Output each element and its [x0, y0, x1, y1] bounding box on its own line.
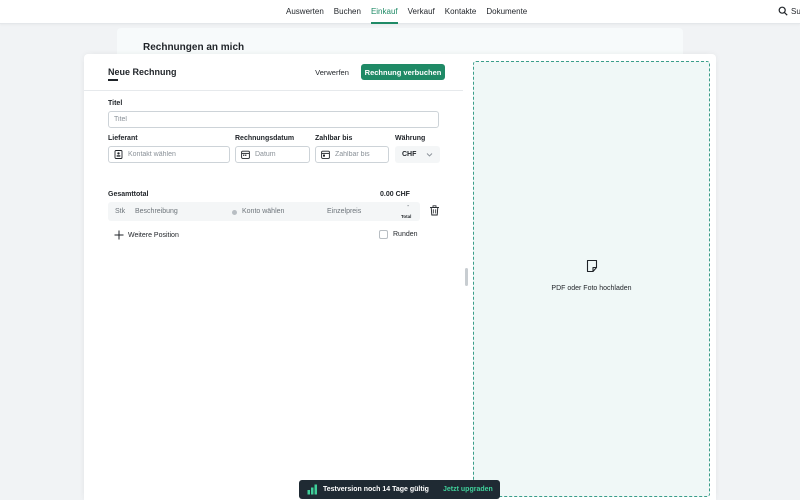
- modal-header: Neue Rechnung Verwerfen Rechnung verbuch…: [84, 54, 463, 91]
- grand-total-value: 0.00 CHF: [380, 191, 410, 198]
- quantity-input[interactable]: Stk: [115, 208, 125, 215]
- add-position-label: Weitere Position: [128, 231, 179, 239]
- upload-dropzone[interactable]: PDF oder Foto hochladen: [473, 61, 710, 497]
- round-label: Runden: [393, 231, 418, 238]
- plus-icon: [114, 230, 124, 240]
- search-label: Su: [791, 6, 800, 16]
- search-icon: [778, 6, 788, 16]
- book-invoice-button[interactable]: Rechnung verbuchen: [361, 64, 445, 80]
- search-button[interactable]: Su: [778, 6, 800, 16]
- nav-verkauf[interactable]: Verkauf: [408, 0, 435, 24]
- chevron-down-icon: [426, 153, 433, 157]
- currency-select[interactable]: CHF: [395, 146, 440, 163]
- title-underline: [108, 79, 118, 81]
- invoice-date-input[interactable]: [255, 151, 309, 158]
- nav-buchen[interactable]: Buchen: [334, 0, 361, 24]
- account-dot-icon: [232, 210, 237, 215]
- contact-card-icon: [114, 150, 123, 159]
- round-checkbox[interactable]: [379, 230, 388, 239]
- account-select[interactable]: Konto wählen: [242, 208, 284, 215]
- due-date-field[interactable]: [315, 146, 389, 163]
- positions-area: [84, 176, 463, 500]
- currency-value: CHF: [402, 151, 417, 158]
- page-title: Rechnungen an mich: [143, 42, 245, 53]
- trial-text: Testversion noch 14 Tage gültig: [323, 486, 429, 493]
- round-option: Runden: [379, 230, 418, 239]
- grand-total-label: Gesamttotal: [108, 191, 149, 198]
- nav-auswerten[interactable]: Auswerten: [286, 0, 324, 24]
- supplier-input[interactable]: [128, 151, 229, 158]
- currency-label: Währung: [395, 135, 426, 142]
- modal-title: Neue Rechnung: [108, 67, 177, 77]
- position-total-value: -: [407, 203, 410, 210]
- discard-button[interactable]: Verwerfen: [308, 64, 356, 80]
- description-input[interactable]: Beschreibung: [135, 208, 178, 215]
- document-icon: [586, 259, 598, 273]
- upload-label: PDF oder Foto hochladen: [551, 285, 632, 292]
- panel-resize-handle[interactable]: [465, 268, 468, 286]
- supplier-label: Lieferant: [108, 135, 138, 142]
- main-menu: Auswerten Buchen Einkauf Verkauf Kontakt…: [286, 0, 537, 24]
- top-navigation: Auswerten Buchen Einkauf Verkauf Kontakt…: [0, 0, 800, 24]
- invoice-date-label: Rechnungsdatum: [235, 135, 295, 142]
- due-date-input[interactable]: [335, 151, 388, 158]
- trash-icon[interactable]: [429, 205, 440, 216]
- chart-bars-icon: [307, 484, 317, 495]
- add-position-button[interactable]: Weitere Position: [114, 230, 179, 240]
- title-label: Titel: [108, 100, 123, 107]
- invoice-form-panel: Neue Rechnung Verwerfen Rechnung verbuch…: [84, 54, 463, 500]
- title-input[interactable]: [114, 116, 438, 123]
- upgrade-link[interactable]: Jetzt upgraden: [443, 486, 493, 493]
- calendar-due-icon: [321, 150, 330, 159]
- nav-einkauf[interactable]: Einkauf: [370, 0, 398, 24]
- position-total-label: Total: [401, 214, 412, 219]
- invoice-date-field[interactable]: [235, 146, 310, 163]
- due-date-label: Zahlbar bis: [315, 135, 353, 142]
- form-header-area: [84, 91, 463, 176]
- nav-dokumente[interactable]: Dokumente: [486, 0, 527, 24]
- calendar-icon: [241, 150, 250, 159]
- supplier-field[interactable]: [108, 146, 230, 163]
- title-field[interactable]: [108, 111, 439, 128]
- position-row: Stk Beschreibung Konto wählen Einzelprei…: [108, 202, 420, 221]
- trial-banner: Testversion noch 14 Tage gültig Jetzt up…: [299, 480, 500, 499]
- nav-kontakte[interactable]: Kontakte: [445, 0, 477, 24]
- unit-price-input[interactable]: Einzelpreis: [327, 208, 361, 215]
